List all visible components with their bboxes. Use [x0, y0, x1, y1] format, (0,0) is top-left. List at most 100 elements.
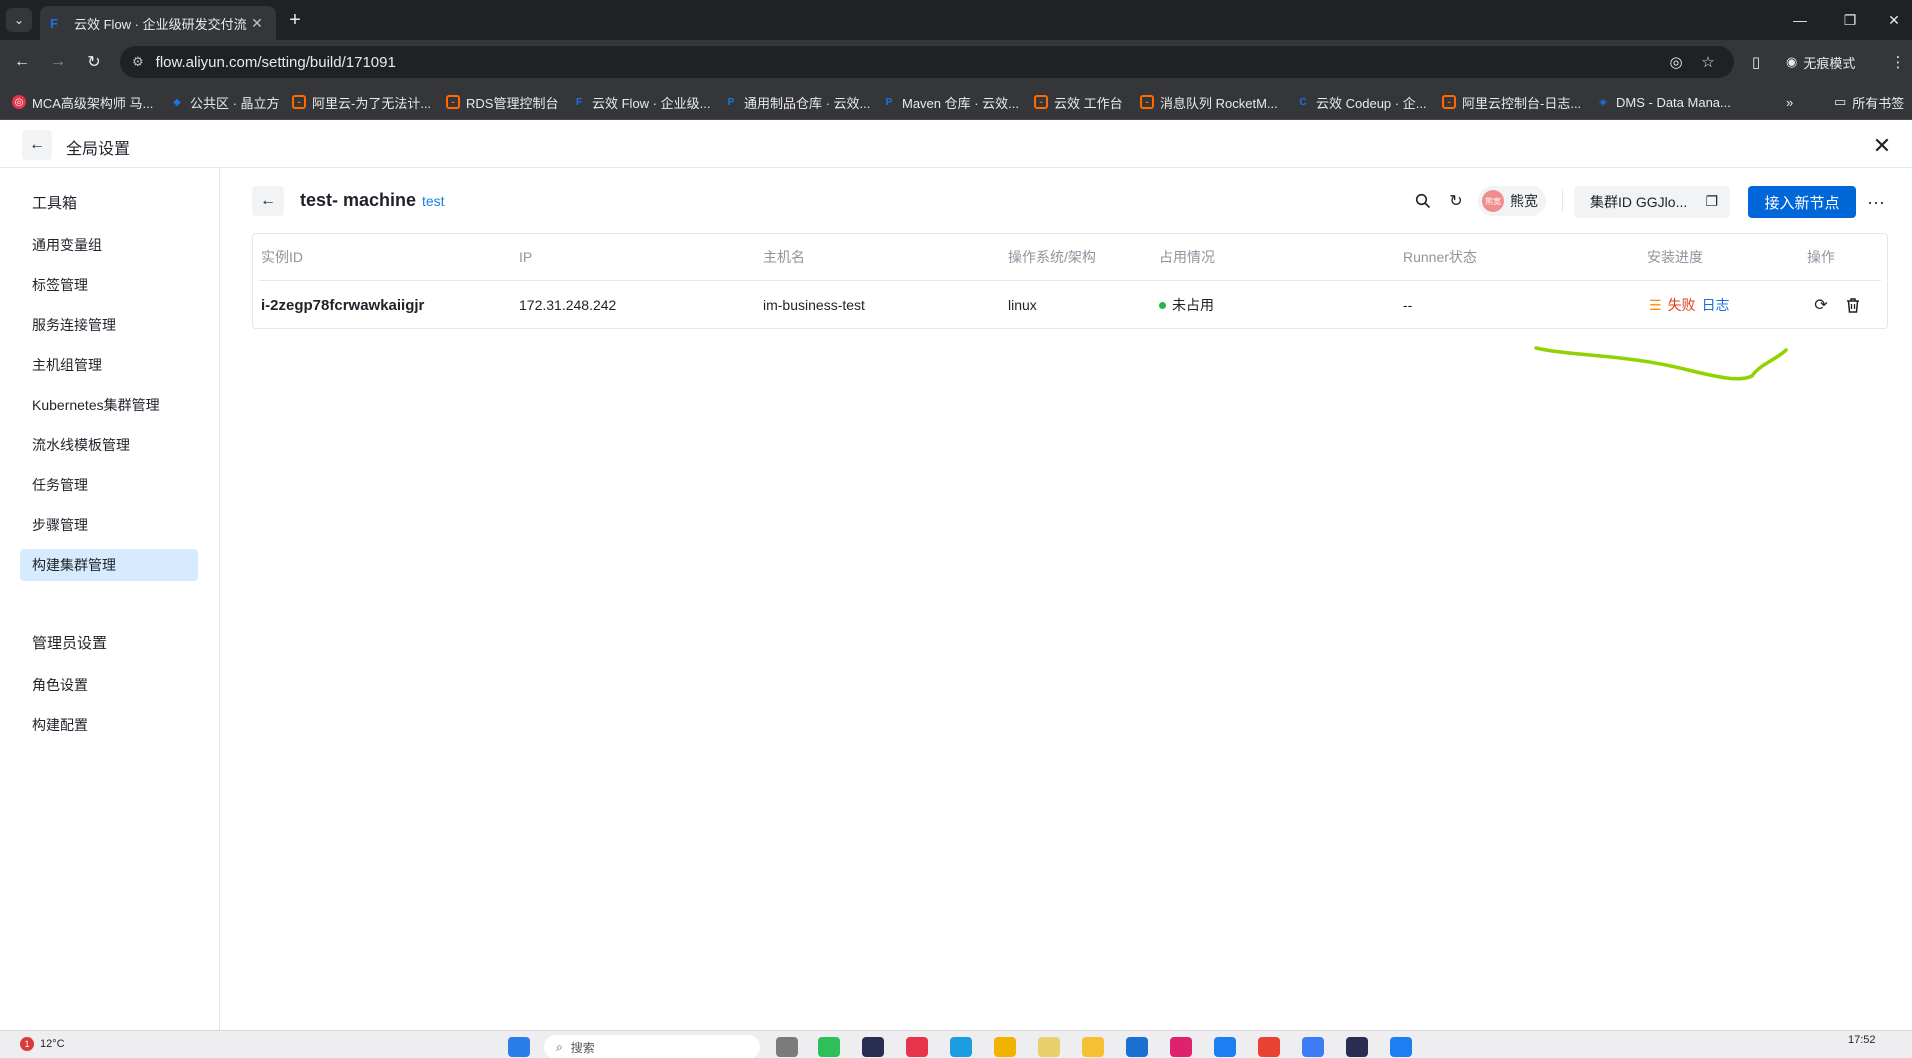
site-info-icon[interactable]: ⚙ [132, 54, 144, 70]
app-icon[interactable] [1214, 1037, 1236, 1057]
bookmark-item[interactable]: P 通用制品仓库 · 云效... [724, 84, 871, 120]
more-bookmarks-chevron-icon[interactable]: » [1786, 84, 1793, 120]
cluster-tag[interactable]: test [422, 193, 445, 209]
nodes-table: 实例ID IP 主机名 操作系统/架构 占用情况 Runner状态 安装进度 操… [252, 233, 1888, 329]
bookmark-item[interactable]: P Maven 仓库 · 云效... [882, 84, 1019, 120]
incognito-label: 无痕模式 [1803, 55, 1856, 71]
close-settings-button[interactable]: ✕ [1868, 132, 1896, 160]
forward-arrow-icon[interactable]: → [44, 48, 72, 76]
sidebar-item-pipeline-templates[interactable]: 流水线模板管理 [20, 429, 198, 461]
intellij-icon[interactable] [1170, 1037, 1192, 1057]
bookmark-item[interactable]: - 消息队列 RocketM... [1140, 84, 1278, 120]
bookmarks-bar: ◎ MCA高级架构师 马... ◆ 公共区 · 晶立方 - 阿里云-为了无法计... … [0, 84, 1912, 120]
add-node-button[interactable]: 接入新节点 [1748, 186, 1856, 218]
chrome-icon[interactable] [1258, 1037, 1280, 1057]
settings-sidebar: 工具箱 通用变量组 标签管理 服务连接管理 主机组管理 Kubernetes集群… [0, 168, 220, 1030]
address-bar[interactable]: ⚙ flow.aliyun.com/setting/build/171091 [120, 46, 1734, 78]
refresh-button[interactable]: ↻ [1443, 188, 1469, 214]
cell-ip: 172.31.248.242 [519, 297, 617, 313]
bookmark-favicon-icon: - [1442, 95, 1456, 109]
column-header-runner-status: Runner状态 [1403, 249, 1477, 265]
bookmark-item[interactable]: F 云效 Flow · 企业级... [572, 84, 711, 120]
sidebar-item-roles[interactable]: 角色设置 [20, 669, 198, 701]
cell-runner-status: -- [1403, 297, 1413, 313]
bookmark-item[interactable]: - 云效 工作台 [1034, 84, 1123, 120]
sidebar-group-toolbox: 工具箱 [32, 195, 78, 212]
cell-instance-id: i-2zegp78fcrwawkaiigjr [261, 296, 425, 314]
bookmark-item[interactable]: ◎ MCA高级架构师 马... [12, 84, 153, 120]
sidebar-item-kubernetes[interactable]: Kubernetes集群管理 [20, 389, 198, 421]
file-explorer-icon[interactable] [1082, 1037, 1104, 1057]
settings-header: ← 全局设置 ✕ [0, 120, 1912, 168]
edge-icon[interactable] [950, 1037, 972, 1057]
log-link[interactable]: 日志 [1702, 295, 1730, 315]
bookmark-favicon-icon: - [1140, 95, 1154, 109]
tab-close-icon[interactable]: ✕ [248, 15, 266, 32]
app-icon[interactable] [1302, 1037, 1324, 1057]
bookmark-favicon-icon: - [292, 95, 306, 109]
sidebar-item-tasks[interactable]: 任务管理 [20, 469, 198, 501]
sidebar-item-variable-groups[interactable]: 通用变量组 [20, 229, 198, 261]
taskbar-search[interactable]: ⌕ 搜索 [544, 1035, 760, 1058]
column-header-instance-id: 实例ID [261, 249, 303, 265]
back-button[interactable]: ← [22, 130, 52, 160]
bookmark-item[interactable]: C 云效 Codeup · 企... [1296, 84, 1426, 120]
close-icon: ✕ [1872, 133, 1892, 158]
app-icon[interactable] [994, 1037, 1016, 1057]
search-button[interactable] [1410, 188, 1436, 214]
bookmark-favicon-icon: C [1299, 96, 1307, 108]
wechat-icon[interactable] [818, 1037, 840, 1057]
reinstall-icon[interactable]: ⟳ [1809, 293, 1833, 317]
bookmark-item[interactable]: - 阿里云-为了无法计... [292, 84, 431, 120]
sidebar-item-tags[interactable]: 标签管理 [20, 269, 198, 301]
task-view-icon[interactable] [776, 1037, 798, 1057]
sidebar-item-host-groups[interactable]: 主机组管理 [20, 349, 198, 381]
browser-menu-icon[interactable]: ⋮ [1884, 48, 1912, 76]
reload-icon[interactable]: ↻ [80, 48, 108, 76]
sidebar-item-build-config[interactable]: 构建配置 [20, 709, 198, 741]
copy-icon[interactable]: ❐ [1705, 193, 1718, 210]
cell-occupancy: 未占用 [1159, 281, 1214, 329]
new-tab-plus-icon[interactable]: + [282, 8, 308, 32]
store-icon[interactable] [1126, 1037, 1148, 1057]
minimize-window-icon[interactable]: — [1772, 0, 1828, 40]
more-options-icon[interactable]: ··· [1862, 188, 1890, 216]
bookmark-item[interactable]: ◆ 公共区 · 晶立方 [170, 84, 279, 120]
sidebar-item-steps[interactable]: 步骤管理 [20, 509, 198, 541]
status-dot-icon [1159, 301, 1166, 309]
bookmark-favicon-icon: ◆ [173, 96, 181, 108]
eye-off-icon[interactable]: ◎ [1662, 48, 1690, 76]
app-icon[interactable] [906, 1037, 928, 1057]
tab-title: 云效 Flow · 企业级研发交付流 [74, 16, 247, 32]
cluster-owner[interactable]: 熊宽 熊宽 [1478, 186, 1546, 216]
system-clock: 17:52 [1848, 1034, 1876, 1046]
cluster-name: test- machine [300, 190, 417, 210]
browser-tab-active[interactable]: F 云效 Flow · 企业级研发交付流 ✕ [40, 6, 276, 40]
app-icon[interactable] [1390, 1037, 1412, 1057]
app-icon[interactable] [862, 1037, 884, 1057]
tab-list-chevron-icon[interactable]: ⌄ [6, 8, 32, 32]
sidebar-item-service-connections[interactable]: 服务连接管理 [20, 309, 198, 341]
annotation-underline [1534, 346, 1788, 381]
bookmark-star-icon[interactable]: ☆ [1694, 48, 1722, 76]
delete-icon[interactable] [1841, 293, 1865, 317]
sidebar-group-admin: 管理员设置 [32, 635, 108, 652]
app-icon[interactable] [1038, 1037, 1060, 1057]
bookmark-favicon-icon: P [727, 96, 735, 108]
cluster-back-button[interactable]: ← [252, 186, 284, 216]
bookmark-item[interactable]: ◈ DMS - Data Mana... [1596, 84, 1731, 120]
bookmark-item[interactable]: - 阿里云控制台-日志... [1442, 84, 1581, 120]
arrow-left-icon: ← [260, 192, 276, 209]
app-icon[interactable] [1346, 1037, 1368, 1057]
all-bookmarks[interactable]: ▭ 所有书签 [1834, 84, 1904, 120]
bookmark-item[interactable]: - RDS管理控制台 [446, 84, 558, 120]
incognito-indicator[interactable]: ◉ 无痕模式 [1776, 48, 1865, 76]
sidebar-item-build-clusters[interactable]: 构建集群管理 [20, 549, 198, 581]
close-window-icon[interactable]: ✕ [1866, 0, 1912, 40]
cluster-id-text: 集群ID GGJlo... [1590, 194, 1688, 210]
search-icon: ⌕ [556, 1039, 563, 1054]
weather-widget[interactable]: 1 12°C [20, 1037, 65, 1051]
side-panel-icon[interactable]: ▯ [1742, 48, 1770, 76]
windows-start-icon[interactable] [508, 1037, 530, 1057]
back-arrow-icon[interactable]: ← [8, 48, 36, 76]
